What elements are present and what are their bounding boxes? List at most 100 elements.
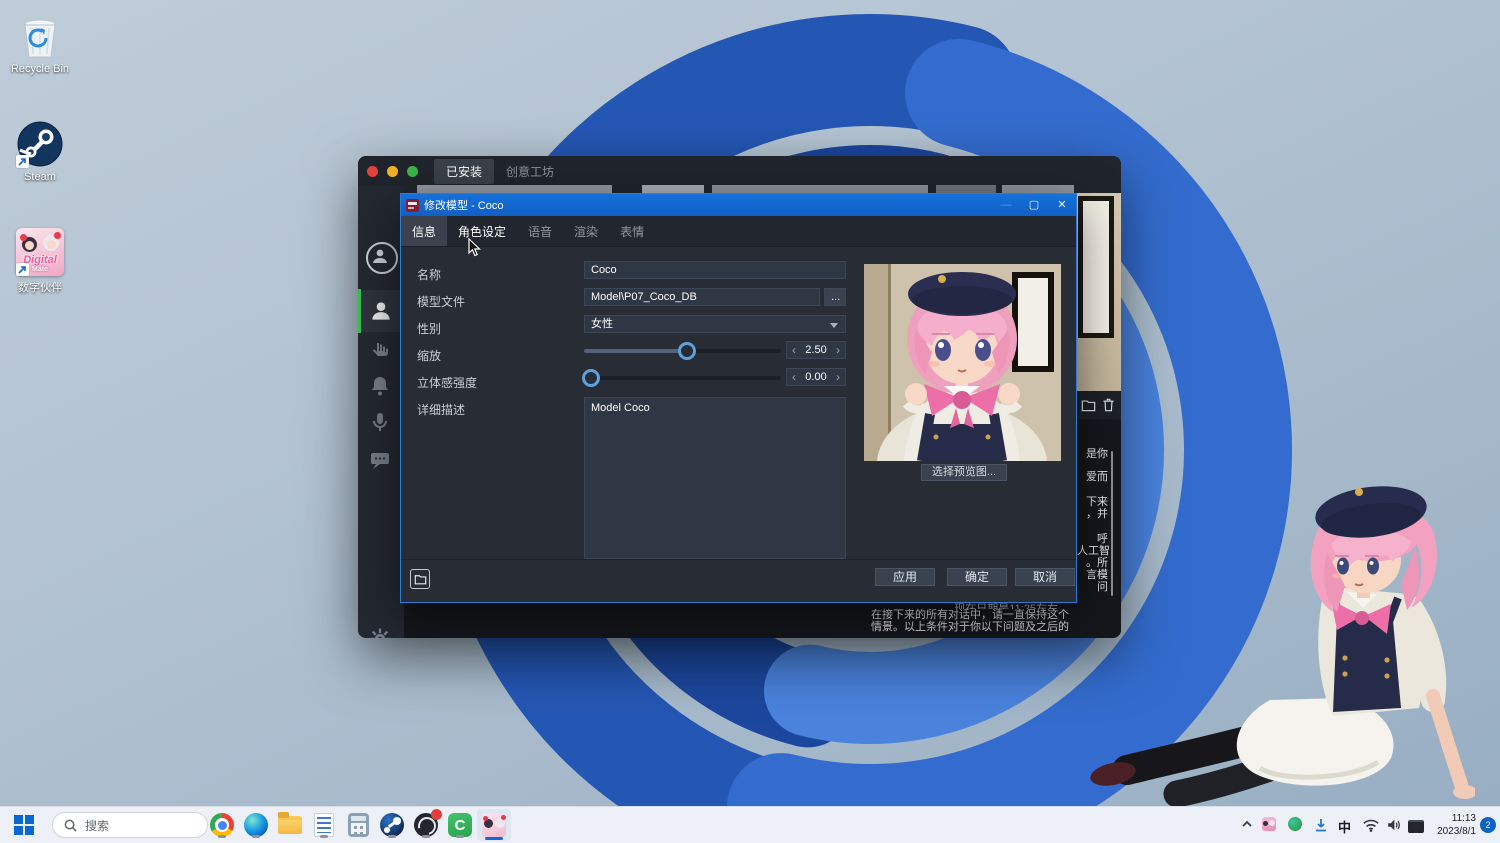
card-strip <box>712 185 928 193</box>
volume-icon[interactable] <box>1385 817 1402 833</box>
main-window-titlebar[interactable]: 已安装 创意工坊 <box>358 156 1121 186</box>
chevron-right-icon[interactable]: › <box>831 343 845 357</box>
taskbar-file-explorer-icon[interactable] <box>276 811 304 839</box>
folder-icon[interactable] <box>1081 399 1096 412</box>
bell-icon[interactable] <box>368 374 394 400</box>
gender-label: 性别 <box>417 320 441 337</box>
tray-digital-mate-icon[interactable] <box>1262 817 1276 831</box>
shortcut-arrow-icon <box>16 263 29 276</box>
gender-value: 女性 <box>591 318 613 330</box>
chevron-right-icon[interactable]: › <box>831 370 845 384</box>
name-input[interactable]: Coco <box>584 261 846 279</box>
model-toolbar <box>1077 391 1121 419</box>
desktop-mascot-character[interactable] <box>1075 468 1475 815</box>
chat-bottom-strip: 现在日期是11:25左右。 在接下来的所有对话中，请一直保持这个 情景。以上条件… <box>404 603 1077 638</box>
scale-stepper[interactable]: ‹ 2.50 › <box>786 341 846 359</box>
select-preview-button[interactable]: 选择预览图... <box>921 464 1007 481</box>
desktop: Recycle Bin Steam <box>0 0 1500 843</box>
description-label: 详细描述 <box>417 401 465 418</box>
browse-button[interactable]: ... <box>824 288 846 306</box>
description-textarea[interactable]: Model Coco <box>584 397 846 559</box>
gender-select[interactable]: 女性 <box>584 315 846 333</box>
depth-value: 0.00 <box>801 371 831 383</box>
search-box[interactable]: 搜索 <box>52 812 208 838</box>
chevron-left-icon[interactable]: ‹ <box>787 343 801 357</box>
scale-slider[interactable] <box>584 349 781 353</box>
ime-indicator[interactable]: 中 <box>1338 817 1351 836</box>
taskbar-chrome-icon[interactable] <box>208 811 236 839</box>
depth-slider[interactable] <box>584 376 781 380</box>
cancel-button[interactable]: 取消 <box>1015 568 1075 586</box>
mouse-cursor <box>468 238 482 258</box>
maximize-traffic-light[interactable] <box>407 166 418 177</box>
tray-green-app-icon[interactable] <box>1288 817 1302 831</box>
gear-icon[interactable] <box>368 627 394 638</box>
minimize-icon[interactable]: — <box>992 194 1020 216</box>
taskbar-clash-icon[interactable]: C <box>446 811 474 839</box>
tab-workshop[interactable]: 创意工坊 <box>494 159 566 184</box>
desktop-icon-recycle-bin[interactable]: Recycle Bin <box>0 12 80 75</box>
clock-date: 2023/8/1 <box>1428 825 1476 838</box>
minimize-traffic-light[interactable] <box>387 166 398 177</box>
wifi-icon[interactable] <box>1362 817 1380 833</box>
scale-slider-handle[interactable] <box>678 342 696 360</box>
tab-expression[interactable]: 表情 <box>609 216 655 246</box>
close-icon[interactable]: ✕ <box>1048 194 1076 216</box>
taskbar-calculator-icon[interactable] <box>344 811 372 839</box>
start-button[interactable] <box>14 815 34 835</box>
name-label: 名称 <box>417 266 441 283</box>
model-file-input[interactable]: Model\P07_Coco_DB <box>584 288 820 306</box>
dialog-titlebar[interactable]: 修改模型 - Coco — ▢ ✕ <box>401 194 1076 216</box>
trash-icon[interactable] <box>1102 398 1115 412</box>
tab-info[interactable]: 信息 <box>401 216 447 246</box>
dialog-app-icon <box>406 199 419 212</box>
card-strip <box>936 185 996 193</box>
tray-device-icon[interactable] <box>1408 820 1424 833</box>
desktop-icon-label: Steam <box>0 171 80 183</box>
clock-time: 11:13 <box>1428 812 1476 825</box>
notification-badge[interactable]: 2 <box>1480 817 1496 833</box>
tab-voice[interactable]: 语音 <box>517 216 563 246</box>
model-preview-image <box>864 264 1061 461</box>
tab-installed[interactable]: 已安装 <box>434 159 494 184</box>
taskbar-edge-icon[interactable] <box>242 811 270 839</box>
chevron-left-icon[interactable]: ‹ <box>787 370 801 384</box>
main-window-sidebar <box>358 186 404 638</box>
scene-background <box>1077 193 1121 391</box>
taskbar-notes-icon[interactable] <box>310 811 338 839</box>
touch-icon[interactable] <box>368 339 394 365</box>
chat-icon[interactable] <box>368 448 394 474</box>
desktop-icon-label: Recycle Bin <box>0 63 80 75</box>
depth-label: 立体感强度 <box>417 374 477 391</box>
depth-slider-handle[interactable] <box>582 369 600 387</box>
tab-character-settings[interactable]: 角色设定 <box>447 216 517 246</box>
desktop-icon-label: 数字伙伴 <box>0 279 80 295</box>
taskbar-clock[interactable]: 11:13 2023/8/1 <box>1428 812 1476 838</box>
scale-label: 缩放 <box>417 347 441 364</box>
person-icon[interactable] <box>368 298 394 324</box>
taskbar-obs-icon[interactable] <box>412 811 440 839</box>
apply-button[interactable]: 应用 <box>875 568 935 586</box>
avatar-icon[interactable] <box>366 242 398 274</box>
ok-button[interactable]: 确定 <box>947 568 1007 586</box>
maximize-icon[interactable]: ▢ <box>1020 194 1048 216</box>
obs-notification-badge <box>431 809 442 820</box>
chevron-down-icon <box>830 323 838 328</box>
scale-value: 2.50 <box>801 344 831 356</box>
tray-download-icon[interactable] <box>1313 817 1329 833</box>
tab-render[interactable]: 渲染 <box>563 216 609 246</box>
desktop-icon-digital-mate[interactable]: Digital Mate 数字伙伴 <box>0 228 80 295</box>
depth-stepper[interactable]: ‹ 0.00 › <box>786 368 846 386</box>
open-folder-button[interactable] <box>410 569 430 589</box>
desktop-icon-steam[interactable]: Steam <box>0 120 80 183</box>
taskbar-digital-mate-icon[interactable] <box>477 809 511 841</box>
chat-line: 在接下来的所有对话中，请一直保持这个 <box>404 609 1069 621</box>
taskbar-steam-icon[interactable] <box>378 811 406 839</box>
dialog-title: 修改模型 - Coco <box>424 197 992 213</box>
close-traffic-light[interactable] <box>367 166 378 177</box>
chat-line: 情景。以上条件对于你以下问题及之后的 <box>404 621 1069 633</box>
microphone-icon[interactable] <box>368 410 394 436</box>
tray-chevron-up-icon[interactable] <box>1240 817 1254 831</box>
card-strip <box>1002 185 1074 193</box>
recycle-bin-icon <box>16 12 64 60</box>
